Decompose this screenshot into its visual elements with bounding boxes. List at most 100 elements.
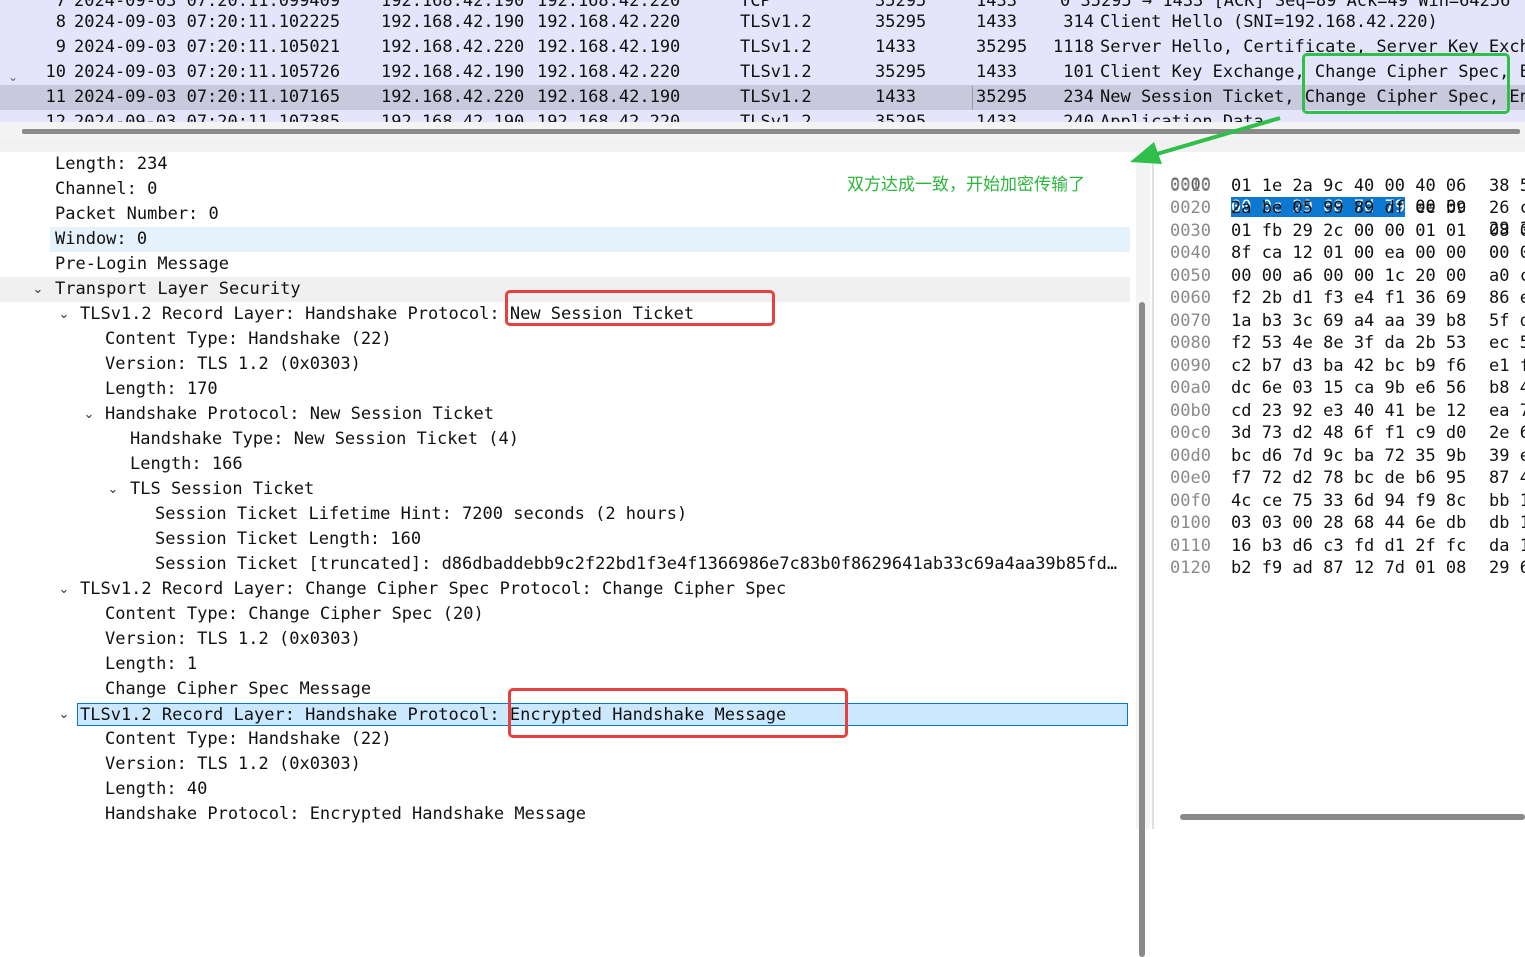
bytes-row[interactable]: 0090 c2 b7 d3 ba 42 bc b9 f6 e1 f <box>1160 355 1525 377</box>
packet-list[interactable]: 7 2024-09-03 07:20:11.099409 192.168.42.… <box>0 0 1525 122</box>
hex-bytes: 16 b3 d6 c3 fd d1 2f fc <box>1231 535 1467 556</box>
hex-bytes: e1 f <box>1489 355 1525 376</box>
scroll-thumb[interactable] <box>22 129 1520 134</box>
tree-item[interactable]: Session Ticket Lifetime Hint: 7200 secon… <box>0 502 1135 527</box>
bytes-row[interactable]: 00a0 dc 6e 03 15 ca 9b e6 56 b8 4 <box>1160 377 1525 399</box>
bytes-row[interactable]: 00b0 cd 23 92 e3 40 41 be 12 ea 7 <box>1160 400 1525 422</box>
tree-item[interactable]: Session Ticket [truncated]: d86dbaddebb9… <box>0 552 1135 577</box>
chevron-down-icon[interactable]: ⌄ <box>55 302 73 327</box>
packet-info: Client Hello (SNI=192.168.42.220) <box>1100 12 1438 32</box>
tree-item-label: Transport Layer Security <box>55 279 301 299</box>
packet-row[interactable]: 12 2024-09-03 07:20:11.107385 192.168.42… <box>0 110 1525 122</box>
tree-item-label: Content Type: Handshake (22) <box>105 329 392 349</box>
tree-item[interactable]: Version: TLS 1.2 (0x0303) <box>0 352 1135 377</box>
tree-item-hover[interactable]: Window: 0 <box>50 227 1130 252</box>
hex-bytes: 86 e <box>1489 288 1525 308</box>
bytes-hscrollbar[interactable] <box>1180 814 1525 820</box>
chevron-down-icon[interactable]: ⌄ <box>29 277 47 302</box>
packet-bytes-pane[interactable]: 0000 00 0c 29 68 7d 79 00 0c 29 3 0010 01… <box>1160 152 1525 829</box>
chevron-down-icon[interactable]: ⌄ <box>55 577 73 602</box>
highlight-change-cipher-spec <box>1302 53 1510 114</box>
packet-no: 11 <box>45 87 66 107</box>
packet-length: 314 <box>1063 12 1094 32</box>
packet-length: 1118 <box>1053 37 1094 57</box>
hex-bytes: 01 fb 29 2c 00 00 01 01 <box>1231 220 1467 241</box>
packet-source: 192.168.42.220 <box>381 87 525 107</box>
tree-item-label: Version: TLS 1.2 (0x0303) <box>105 354 361 374</box>
chevron-down-icon[interactable]: ⌄ <box>80 402 98 427</box>
hex-bytes: 3d 73 d2 48 6f f1 c9 d0 <box>1231 423 1467 443</box>
packet-time: 2024-09-03 07:20:11.105726 <box>74 62 341 82</box>
bytes-row[interactable]: 0040 8f ca 12 01 00 ea 00 00 00 0 <box>1160 242 1525 264</box>
tree-item[interactable]: ⌄ Handshake Protocol: New Session Ticket <box>0 402 1135 427</box>
hex-bytes: bb 1 <box>1489 490 1525 511</box>
tree-item-label: Length: 1 <box>105 654 198 674</box>
hex-bytes: 29 6 <box>1489 558 1525 578</box>
packet-row-selected[interactable]: 11 2024-09-03 07:20:11.107165 192.168.42… <box>0 85 1525 110</box>
scroll-thumb[interactable] <box>1139 302 1145 957</box>
tree-item[interactable]: Session Ticket Length: 160 <box>0 527 1135 552</box>
packet-length: 240 <box>1063 112 1094 122</box>
tree-item[interactable]: Length: 1 <box>0 652 1135 677</box>
pane-splitter[interactable] <box>0 140 1525 152</box>
tree-item-label: Pre-Login Message <box>55 254 229 274</box>
byte-offset: 0090 <box>1170 355 1211 376</box>
annotation-arrow-icon <box>1130 116 1281 164</box>
bytes-row[interactable]: 0120 b2 f9 ad 87 12 7d 01 08 29 6 <box>1160 557 1525 579</box>
hex-bytes: a0 c <box>1489 265 1525 286</box>
bytes-row[interactable]: 0080 f2 53 4e 8e 3f da 2b 53 ec 5 <box>1160 332 1525 354</box>
highlight-encrypted-handshake <box>508 688 848 738</box>
bytes-row[interactable]: 00e0 f7 72 d2 78 bc de b6 95 87 4 <box>1160 467 1525 489</box>
hex-bytes: da 1 <box>1489 535 1525 556</box>
bytes-row[interactable]: 0070 1a b3 3c 69 a4 aa 39 b8 5f d <box>1160 310 1525 332</box>
tree-item[interactable]: Content Type: Handshake (22) <box>0 327 1135 352</box>
chevron-down-icon[interactable]: ⌄ <box>55 702 73 727</box>
tree-item[interactable]: Handshake Protocol: Encrypted Handshake … <box>0 802 1135 827</box>
hex-bytes: 1a b3 3c 69 a4 aa 39 b8 <box>1231 310 1467 331</box>
hex-bytes: ec 5 <box>1489 333 1525 353</box>
bytes-row[interactable]: 0020 2a be 05 99 89 df ee b9 26 c <box>1160 197 1525 219</box>
tree-item[interactable]: Pre-Login Message <box>0 252 1135 277</box>
tree-item[interactable]: Length: 170 <box>0 377 1135 402</box>
bytes-row[interactable]: 0100 03 03 00 28 68 44 6e db db 1 <box>1160 512 1525 534</box>
bytes-row[interactable]: 0050 00 00 a6 00 00 1c 20 00 a0 c <box>1160 265 1525 287</box>
packet-protocol: TLSv1.2 <box>740 112 812 122</box>
bytes-row[interactable]: 0010 01 1e 2a 9c 40 00 40 06 38 5 <box>1160 175 1525 197</box>
tree-item[interactable]: Length: 166 <box>0 452 1135 477</box>
tree-item[interactable]: ⌄ TLSv1.2 Record Layer: Change Cipher Spe… <box>0 577 1135 602</box>
tree-item[interactable]: Version: TLS 1.2 (0x0303) <box>0 627 1135 652</box>
byte-offset: 0040 <box>1170 243 1211 263</box>
tree-item[interactable]: Length: 40 <box>0 777 1135 802</box>
tree-item[interactable]: Content Type: Change Cipher Spec (20) <box>0 602 1135 627</box>
tree-item-label: Session Ticket [truncated]: d86dbaddebb9… <box>155 554 1118 574</box>
bytes-row[interactable]: 0030 01 fb 29 2c 00 00 01 01 08 0 <box>1160 220 1525 242</box>
packet-time: 2024-09-03 07:20:11.102225 <box>74 12 341 32</box>
tree-item-label: Version: TLS 1.2 (0x0303) <box>105 629 361 649</box>
hex-bytes: b8 4 <box>1489 378 1525 398</box>
packet-src-port: 35295 <box>875 12 927 32</box>
packet-no: 12 <box>45 112 66 122</box>
packet-row[interactable]: 9 2024-09-03 07:20:11.105021 192.168.42.… <box>0 35 1525 60</box>
packet-row[interactable]: 10 2024-09-03 07:20:11.105726 192.168.42… <box>0 60 1525 85</box>
bytes-row[interactable]: 0110 16 b3 d6 c3 fd d1 2f fc da 1 <box>1160 535 1525 557</box>
hex-bytes: f7 72 d2 78 bc de b6 95 <box>1231 468 1467 488</box>
tree-item[interactable]: Version: TLS 1.2 (0x0303) <box>0 752 1135 777</box>
packet-list-hscrollbar[interactable] <box>0 122 1525 140</box>
chevron-down-icon[interactable]: ⌄ <box>104 477 122 502</box>
tree-item-expander[interactable]: ⌄ <box>0 702 80 727</box>
byte-offset: 0010 <box>1170 175 1211 196</box>
bytes-row[interactable]: 0060 f2 2b d1 f3 e4 f1 36 69 86 e <box>1160 287 1525 309</box>
packet-time: 2024-09-03 07:20:11.107385 <box>74 112 341 122</box>
hex-bytes: 01 1e 2a 9c 40 00 40 06 <box>1231 175 1467 196</box>
packet-src-port: 1433 <box>875 87 916 107</box>
bytes-row[interactable]: 00d0 bc d6 7d 9c ba 72 35 9b 39 e <box>1160 445 1525 467</box>
tree-item[interactable]: ⌄ TLS Session Ticket <box>0 477 1135 502</box>
tree-item[interactable]: Packet Number: 0 <box>0 202 1135 227</box>
highlight-new-session-ticket <box>505 290 775 326</box>
bytes-row[interactable]: 00f0 4c ce 75 33 6d 94 f9 8c bb 1 <box>1160 490 1525 512</box>
byte-offset: 0030 <box>1170 220 1211 241</box>
bytes-row[interactable]: 00c0 3d 73 d2 48 6f f1 c9 d0 2e 6 <box>1160 422 1525 444</box>
tree-item[interactable]: Handshake Type: New Session Ticket (4) <box>0 427 1135 452</box>
packet-row[interactable]: 8 2024-09-03 07:20:11.102225 192.168.42.… <box>0 10 1525 35</box>
details-vscrollbar[interactable] <box>1136 152 1150 957</box>
